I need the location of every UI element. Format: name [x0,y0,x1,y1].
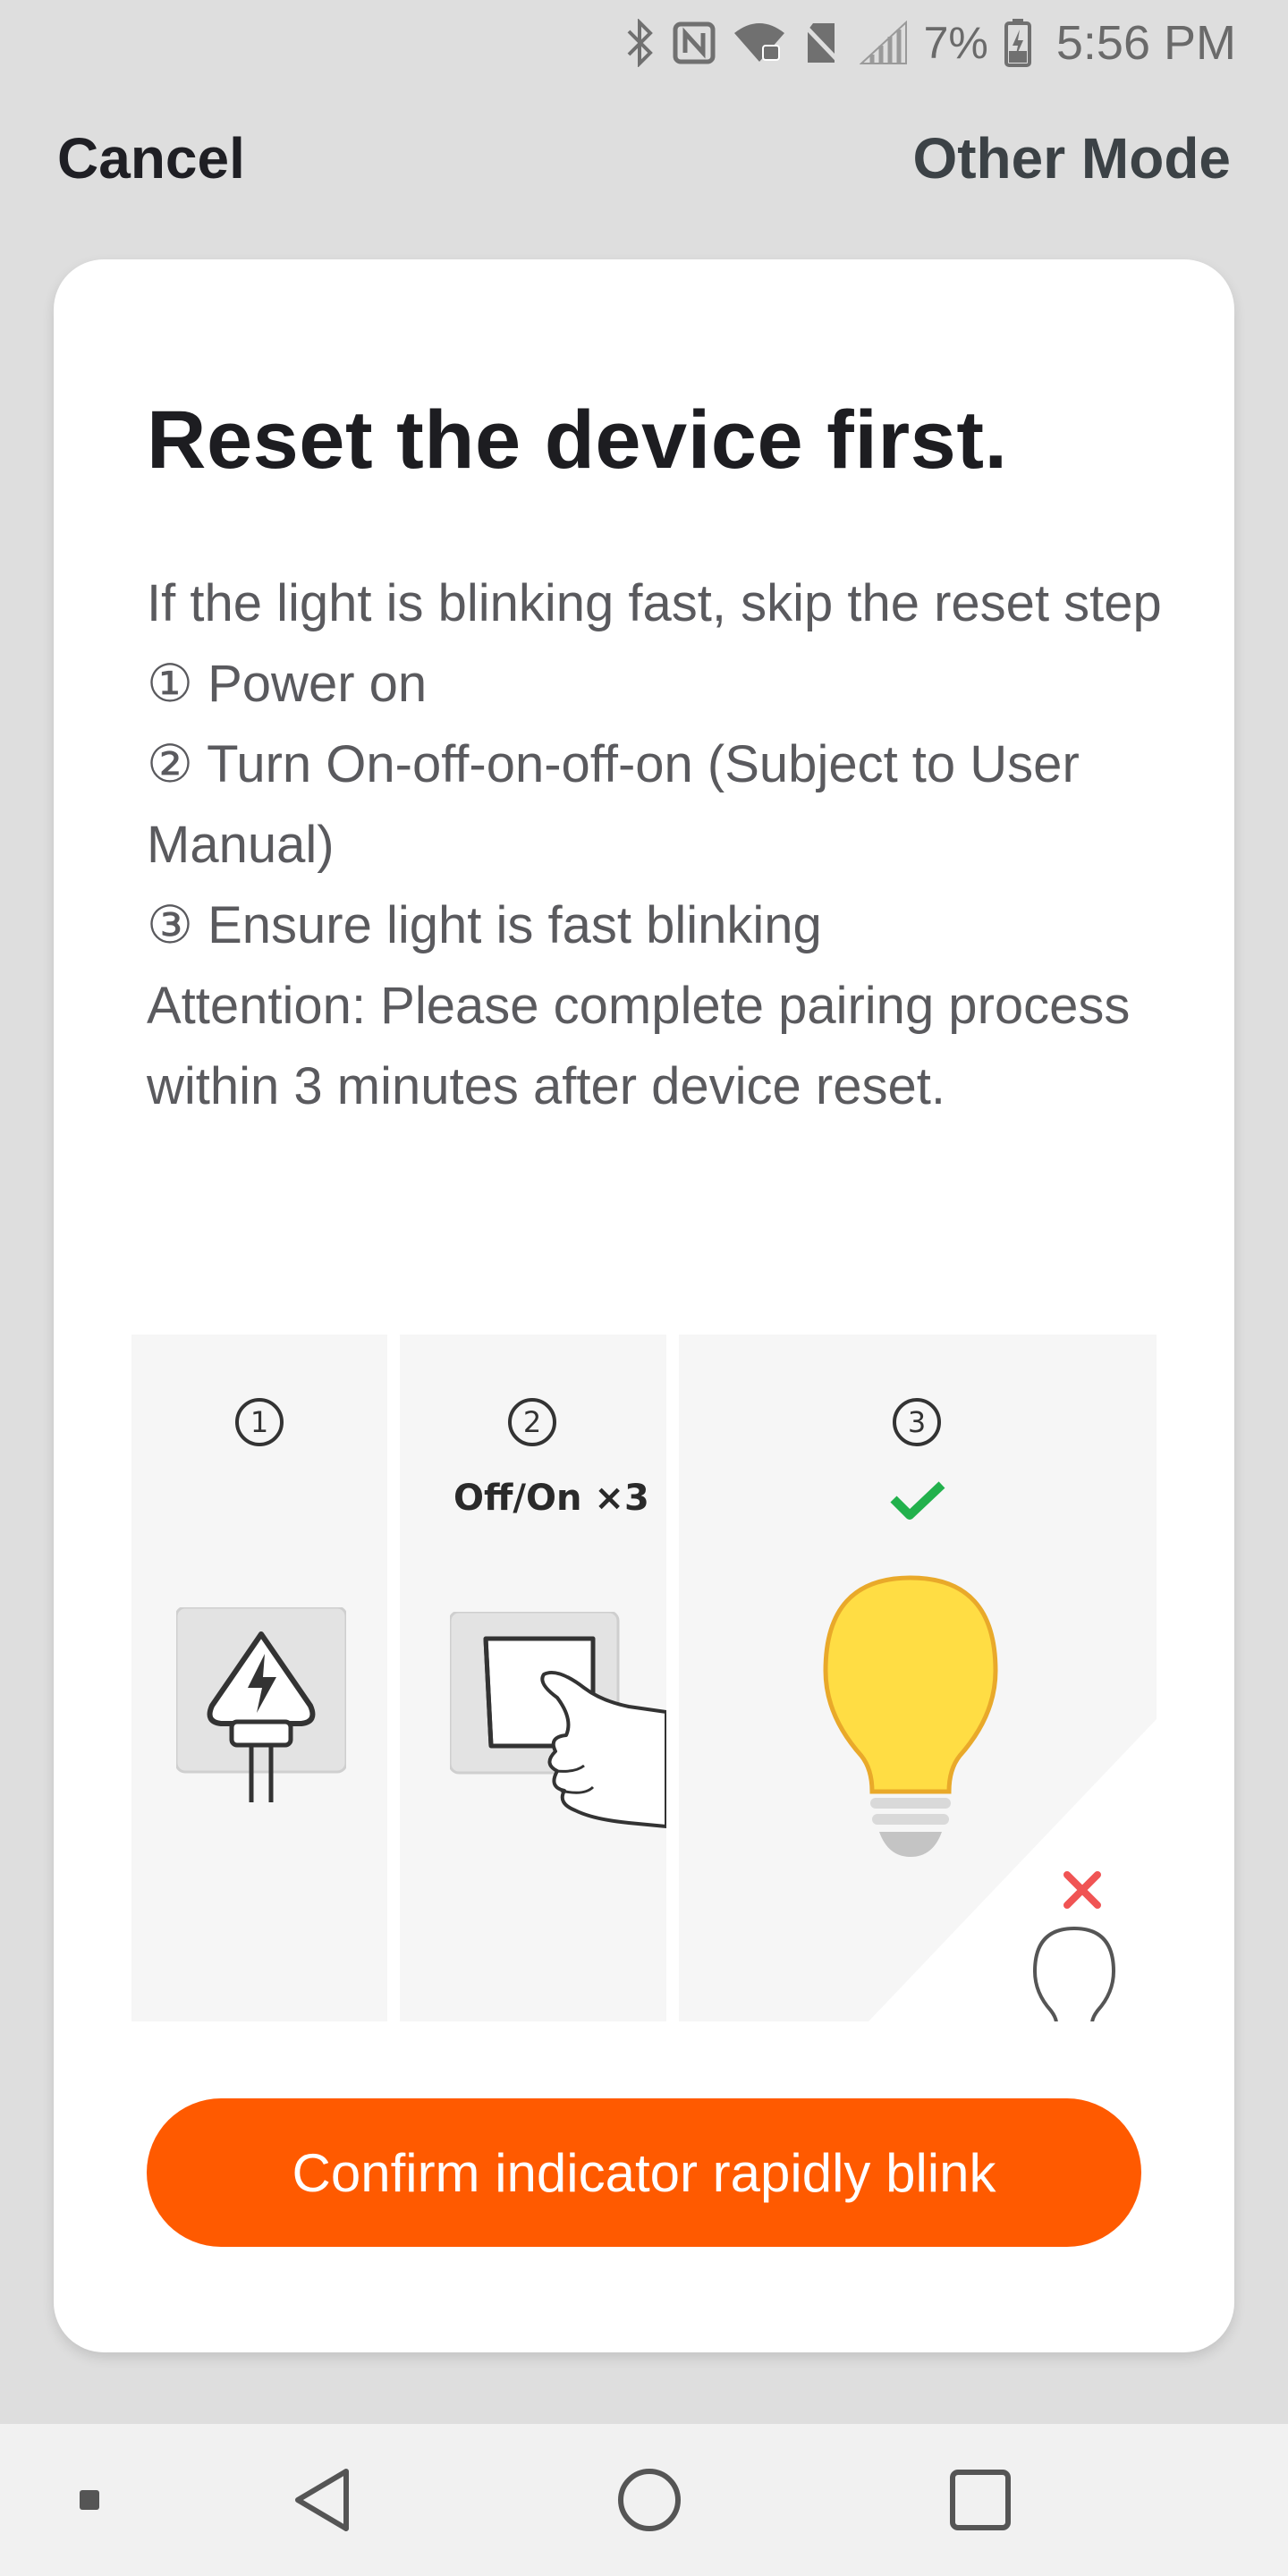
clock: 5:56 PM [1055,16,1236,70]
bluetooth-icon [625,19,656,67]
battery-percent: 7% [923,18,988,68]
unlit-bulb-icon [1030,1925,1119,2021]
lit-bulb-icon [817,1572,1004,1862]
step-1-panel: 1 [131,1335,387,2021]
instruction-step-3: ③ Ensure light is fast blinking [147,896,822,954]
confirm-blink-button[interactable]: Confirm indicator rapidly blink [147,2098,1141,2247]
step-3-number-icon: 3 [890,1395,944,1453]
instruction-attention: Attention: Please complete pairing proce… [147,977,1145,1115]
system-nav-bar [0,2424,1288,2576]
overview-icon[interactable] [936,2424,1025,2576]
reset-instructions-card: Reset the device first. If the light is … [54,259,1234,2352]
instruction-skip-note: If the light is blinking fast, skip the … [147,574,1162,632]
nfc-icon [672,21,716,65]
step-2-panel: 2 Off/On ×3 [400,1335,666,2021]
back-icon[interactable] [277,2424,367,2576]
wifi-icon [733,21,786,65]
recents-dot-icon[interactable] [63,2424,116,2576]
step-2-number-icon: 2 [505,1395,559,1453]
page-title: Reset the device first. [147,394,1008,486]
top-nav: Cancel Other Mode [0,125,1288,206]
svg-text:1: 1 [250,1405,268,1439]
power-plug-icon [174,1606,348,1808]
home-icon[interactable] [605,2424,694,2576]
reset-steps-illustration: 1 2 Off/On ×3 3 [131,1335,1157,2021]
off-on-x3-label: Off/On ×3 [453,1478,649,1519]
wall-switch-press-icon [448,1610,666,1839]
other-mode-button[interactable]: Other Mode [912,125,1231,191]
step-3-panel: 3 [679,1335,1157,2021]
signal-icon [859,21,908,65]
check-icon [888,1478,947,1526]
instruction-step-2: ② Turn On-off-on-off-on (Subject to User… [147,735,1094,874]
instructions-text: If the light is blinking fast, skip the … [147,564,1175,1127]
step-1-number-icon: 1 [233,1395,286,1453]
instruction-step-1: ① Power on [147,655,428,713]
confirm-blink-button-label: Confirm indicator rapidly blink [292,2142,996,2203]
cross-icon [1062,1869,1103,1914]
cancel-button[interactable]: Cancel [57,125,245,191]
svg-text:2: 2 [523,1405,541,1439]
battery-charging-icon [1004,19,1031,67]
svg-text:3: 3 [908,1405,926,1439]
no-sim-icon [801,20,843,66]
status-bar: 7% 5:56 PM [0,0,1288,86]
